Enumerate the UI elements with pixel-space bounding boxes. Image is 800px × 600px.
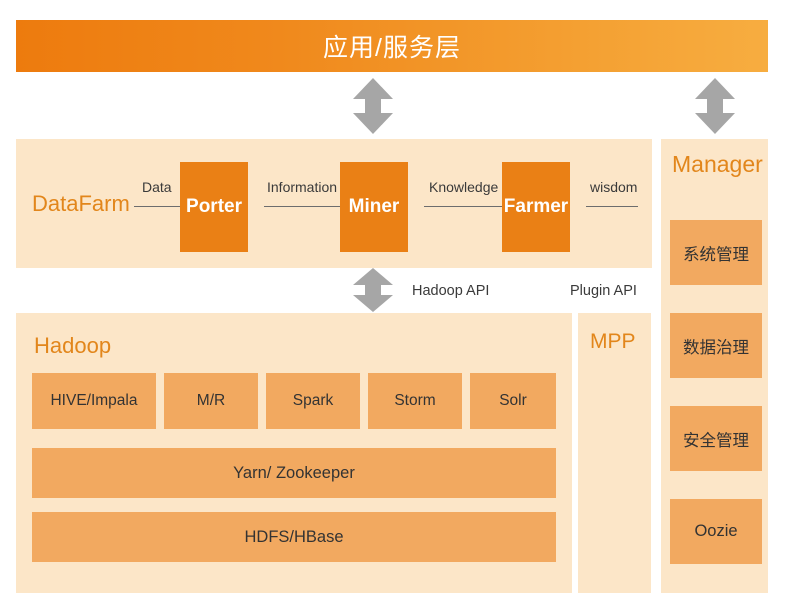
stage-label-porter: Porter	[186, 196, 242, 217]
hadoop-component-label: Spark	[292, 392, 334, 409]
stage-box-farmer[interactable]: Farmer	[502, 162, 570, 252]
flow-label-information: Information	[267, 179, 338, 195]
double-headed-arrow-datafarm-hadoop	[352, 268, 394, 317]
banner-title: 应用/服务层	[323, 34, 461, 62]
manager-item-data-governance[interactable]: 数据治理	[670, 313, 762, 378]
manager-item-label: 安全管理	[683, 431, 749, 450]
hadoop-layer-label: Yarn/ Zookeeper	[233, 463, 355, 482]
manager-item-label: 数据治理	[683, 338, 749, 357]
manager-item-security-management[interactable]: 安全管理	[670, 406, 762, 471]
hadoop-title: Hadoop	[34, 333, 112, 358]
flow-label-data: Data	[142, 179, 172, 195]
hadoop-component-storm[interactable]: Storm	[368, 373, 462, 429]
mpp-title: MPP	[590, 330, 636, 353]
manager-item-system-management[interactable]: 系统管理	[670, 220, 762, 285]
hadoop-layer-hdfs-hbase[interactable]: HDFS/HBase	[32, 512, 556, 562]
hadoop-component-label: Solr	[499, 392, 527, 409]
datafarm-panel: DataFarm Data Information Knowledge wisd…	[16, 139, 652, 268]
manager-panel: Manager 系统管理 数据治理 安全管理 Oozie	[661, 139, 768, 593]
double-headed-arrow-banner-manager	[694, 78, 736, 139]
double-headed-arrow-banner-datafarm	[352, 78, 394, 139]
plugin-api-label: Plugin API	[570, 283, 637, 299]
datafarm-title: DataFarm	[32, 191, 130, 216]
manager-title: Manager	[672, 151, 763, 177]
manager-item-oozie[interactable]: Oozie	[670, 499, 762, 564]
stage-box-porter[interactable]: Porter	[180, 162, 248, 252]
hadoop-api-label: Hadoop API	[412, 283, 490, 299]
flow-label-knowledge: Knowledge	[429, 179, 499, 195]
manager-item-label: 系统管理	[683, 245, 749, 264]
application-service-layer-banner: 应用/服务层	[16, 20, 768, 72]
hadoop-component-spark[interactable]: Spark	[266, 373, 360, 429]
mpp-panel: MPP	[578, 313, 651, 593]
hadoop-component-hive-impala[interactable]: HIVE/Impala	[32, 373, 156, 429]
stage-box-miner[interactable]: Miner	[340, 162, 408, 252]
hadoop-layer-label: HDFS/HBase	[244, 527, 344, 546]
hadoop-component-label: Storm	[394, 392, 436, 409]
hadoop-panel: Hadoop HIVE/Impala M/R Spark Storm Solr …	[16, 313, 572, 593]
flow-label-wisdom: wisdom	[590, 179, 638, 195]
flow-line-segment-4	[586, 206, 638, 207]
hadoop-component-mr[interactable]: M/R	[164, 373, 258, 429]
hadoop-component-label: M/R	[196, 392, 226, 409]
stage-label-miner: Miner	[348, 196, 400, 217]
manager-item-label: Oozie	[694, 522, 738, 540]
hadoop-component-solr[interactable]: Solr	[470, 373, 556, 429]
stage-label-farmer: Farmer	[503, 196, 569, 217]
hadoop-component-label: HIVE/Impala	[50, 392, 138, 409]
hadoop-layer-yarn-zookeeper[interactable]: Yarn/ Zookeeper	[32, 448, 556, 498]
